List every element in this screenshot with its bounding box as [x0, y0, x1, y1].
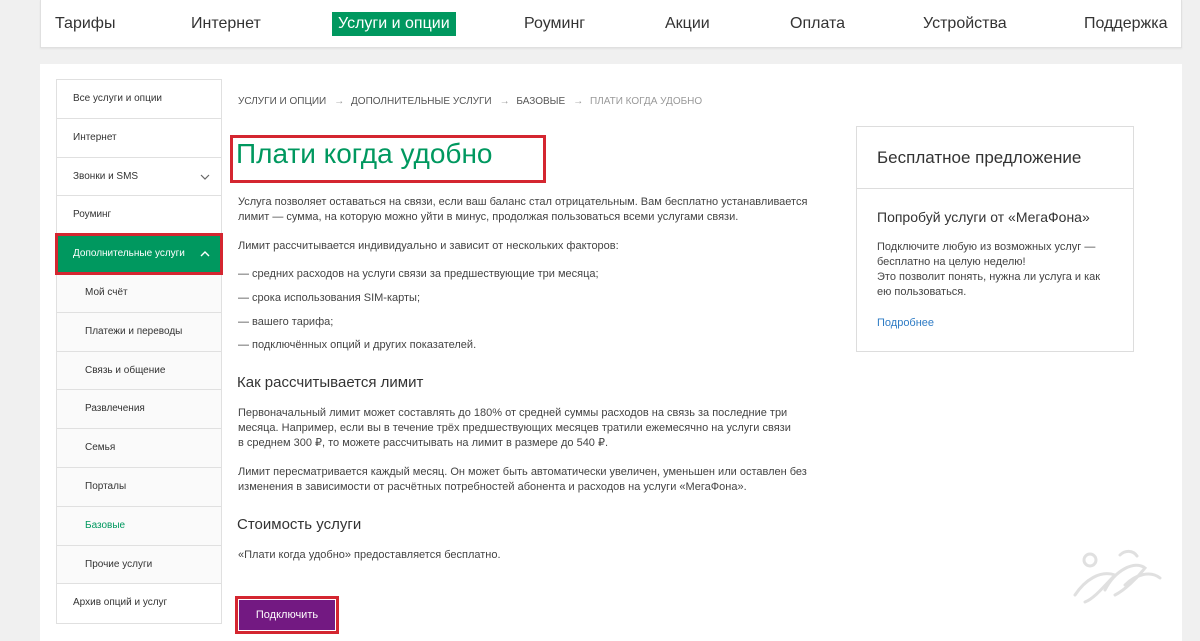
button-highlight-frame — [235, 596, 339, 634]
sidebar-highlight-frame — [55, 233, 223, 275]
content-panel: Все услуги и опции Интернет Звонки и SMS… — [40, 64, 1182, 641]
more-link[interactable]: Подробнее — [877, 317, 934, 329]
limit-paragraph-line: изменения в зависимости от расчётных пот… — [238, 481, 747, 493]
sidebar-item-payments-transfers[interactable]: Платежи и переводы — [57, 312, 221, 352]
sidebar-item-portals[interactable]: Порталы — [57, 467, 221, 507]
watermark-logo — [1073, 549, 1162, 604]
factor-item: — срока использования SIM-карты; — [238, 292, 421, 304]
nav-item-services[interactable]: Услуги и опции — [332, 12, 456, 36]
sidebar-item-basic[interactable]: Базовые — [57, 506, 221, 546]
breadcrumb-arrow-icon: → — [334, 96, 345, 107]
sidebar-item-label: Звонки и SMS — [73, 170, 139, 182]
free-offer-panel: Бесплатное предложение Попробуй услуги о… — [856, 126, 1134, 352]
nav-item-internet[interactable]: Интернет — [185, 12, 267, 36]
promo-description-line: Подключите любую из возможных услуг — — [877, 241, 1096, 253]
limit-paragraph-line: Первоначальный лимит может составлять до… — [238, 407, 788, 419]
chevron-down-icon — [200, 174, 210, 180]
breadcrumb-arrow-icon: → — [499, 96, 510, 107]
breadcrumb-item[interactable]: ДОПОЛНИТЕЛЬНЫЕ УСЛУГИ — [351, 96, 492, 107]
promo-heading: Бесплатное предложение — [857, 127, 1133, 189]
promo-description-line: бесплатно на целую неделю! — [877, 256, 1026, 268]
factor-item: — вашего тарифа; — [238, 316, 334, 328]
nav-item-payment[interactable]: Оплата — [784, 12, 851, 36]
nav-item-promotions[interactable]: Акции — [659, 12, 716, 36]
sidebar: Все услуги и опции Интернет Звонки и SMS… — [56, 79, 222, 625]
top-navigation: Тарифы Интернет Услуги и опции Роуминг А… — [40, 0, 1182, 48]
promo-description-line: Это позволит понять, нужна ли услуга и к… — [877, 271, 1101, 283]
breadcrumb-item[interactable]: БАЗОВЫЕ — [516, 96, 565, 107]
intro-text: Услуга позволяет оставаться на связи, ес… — [238, 196, 808, 223]
sidebar-item-archive[interactable]: Архив опций и услуг — [57, 584, 221, 623]
promo-subheading: Попробуй услуги от «МегаФона» — [877, 209, 1090, 225]
sidebar-item-calls-sms[interactable]: Звонки и SMS — [57, 158, 221, 197]
breadcrumb-arrow-icon: → — [573, 96, 584, 107]
nav-item-roaming[interactable]: Роуминг — [518, 12, 591, 36]
breadcrumb-item[interactable]: УСЛУГИ И ОПЦИИ — [238, 96, 326, 107]
breadcrumb-current: ПЛАТИ КОГДА УДОБНО — [589, 96, 703, 107]
limit-paragraph-line: Лимит пересматривается каждый месяц. Он … — [238, 466, 807, 478]
sidebar-item-all-services[interactable]: Все услуги и опции — [57, 80, 221, 119]
promo-description-line: ею пользоваться. — [877, 286, 967, 298]
sidebar-item-other-services[interactable]: Прочие услуги — [57, 545, 221, 585]
sidebar-item-family[interactable]: Семья — [57, 429, 221, 468]
nav-item-tariffs[interactable]: Тарифы — [49, 12, 121, 36]
cost-heading: Стоимость услуги — [237, 516, 362, 533]
sidebar-item-internet[interactable]: Интернет — [57, 119, 221, 158]
cost-text: «Плати когда удобно» предоставляется бес… — [238, 549, 501, 561]
nav-item-support[interactable]: Поддержка — [1078, 12, 1173, 36]
factor-item: — подключённых опций и других показателе… — [238, 339, 477, 351]
factors-intro: Лимит рассчитывается индивидуально и зав… — [238, 240, 619, 252]
limit-paragraph-line: в среднем 300 ₽, то можете рассчитывать … — [238, 437, 609, 449]
limit-heading: Как рассчитывается лимит — [237, 374, 424, 391]
limit-paragraph-line: месяца. Например, если вы в течение трёх… — [238, 422, 791, 434]
breadcrumb: УСЛУГИ И ОПЦИИ → ДОПОЛНИТЕЛЬНЫЕ УСЛУГИ → Б… — [238, 96, 706, 107]
promo-description: Подключите любую из возможных услуг — бе… — [877, 240, 1122, 300]
sidebar-item-communication[interactable]: Связь и общение — [57, 351, 221, 391]
sidebar-item-roaming[interactable]: Роуминг — [57, 196, 221, 236]
nav-item-devices[interactable]: Устройства — [917, 12, 1013, 36]
sidebar-item-entertainment[interactable]: Развлечения — [57, 390, 221, 430]
sidebar-item-my-account[interactable]: Мой счёт — [57, 273, 221, 313]
factor-item: — средних расходов на услуги связи за пр… — [238, 268, 599, 280]
title-highlight-frame — [230, 135, 546, 183]
